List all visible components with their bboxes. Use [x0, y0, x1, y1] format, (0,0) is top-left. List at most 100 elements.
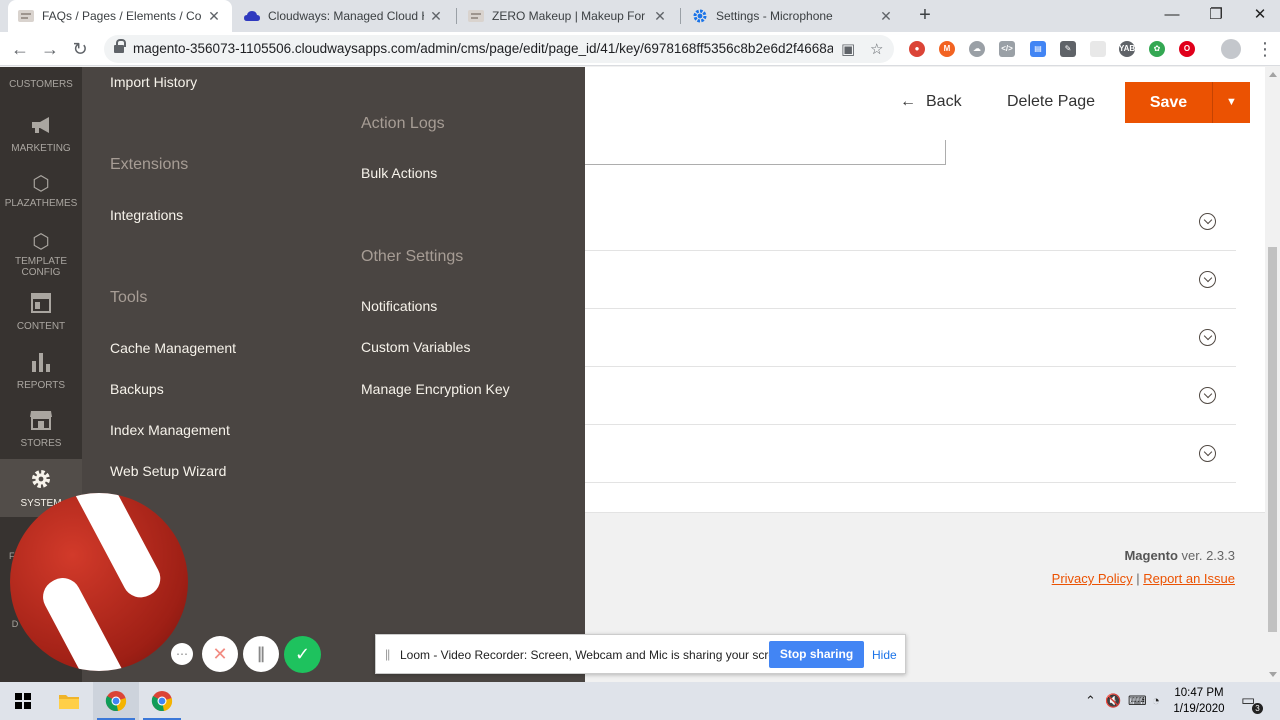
wifi-icon[interactable]: ◔: [1152, 693, 1160, 708]
chrome-taskbar-icon[interactable]: [139, 682, 185, 720]
speaker-muted-icon[interactable]: 🔇: [1105, 693, 1121, 709]
close-tab-icon[interactable]: ✕: [652, 8, 668, 25]
close-tab-icon[interactable]: ✕: [878, 8, 894, 25]
collapsible-section[interactable]: [585, 367, 1236, 425]
menu-link-index-management[interactable]: Index Management: [110, 422, 230, 438]
browser-tab-zero-makeup[interactable]: ZERO Makeup | Makeup For Rea ✕: [458, 0, 678, 32]
webcam-image-stroke: [67, 493, 167, 604]
sidebar-item-stores[interactable]: STORES: [0, 410, 82, 450]
eyedropper-extension-icon[interactable]: ✎: [1060, 41, 1076, 57]
drag-handle-icon[interactable]: ||: [385, 647, 390, 661]
tray-chevron-up-icon[interactable]: ⌃: [1085, 693, 1096, 709]
sidebar-item-content[interactable]: CONTENT: [0, 293, 82, 333]
browser-menu-icon[interactable]: ⋮: [1252, 36, 1278, 62]
privacy-policy-link[interactable]: Privacy Policy: [1052, 571, 1133, 586]
browser-tab-cloudways[interactable]: Cloudways: Managed Cloud Host ✕: [234, 0, 454, 32]
menu-link-import-history[interactable]: Import History: [110, 74, 197, 90]
close-window-icon[interactable]: ✕: [1238, 0, 1280, 30]
minimize-window-icon[interactable]: —: [1150, 0, 1194, 30]
footer-separator: |: [1136, 571, 1140, 586]
sidebar-item-reports[interactable]: REPORTS: [0, 352, 82, 392]
title-input-field[interactable]: [585, 140, 946, 165]
forward-arrow-icon[interactable]: →: [37, 36, 63, 62]
webcam-bubble[interactable]: [10, 493, 188, 671]
cancel-recording-icon[interactable]: ✕: [202, 636, 238, 672]
stop-sharing-button[interactable]: Stop sharing: [769, 641, 864, 668]
extension-blue-icon[interactable]: ▤: [1030, 41, 1046, 57]
sidebar-item-label: CONTENT: [16, 321, 66, 332]
windows-start-icon[interactable]: [0, 682, 46, 720]
menu-heading-action-logs: Action Logs: [361, 115, 445, 132]
clock-time: 10:47 PM: [1174, 687, 1224, 699]
maximize-window-icon[interactable]: ❐: [1194, 0, 1238, 30]
expand-chevron-icon[interactable]: [1199, 271, 1216, 288]
menu-heading-tools: Tools: [110, 289, 148, 306]
expand-chevron-icon[interactable]: [1199, 445, 1216, 462]
expand-chevron-icon[interactable]: [1199, 387, 1216, 404]
opera-extension-icon[interactable]: O: [1179, 41, 1195, 57]
magento-extension-icon[interactable]: M: [939, 41, 955, 57]
back-arrow-icon: ←: [900, 93, 916, 110]
finish-recording-check-icon[interactable]: ✓: [284, 636, 321, 673]
file-explorer-icon[interactable]: [46, 682, 92, 720]
delete-page-button[interactable]: Delete Page: [1007, 93, 1095, 111]
sidebar-item-plazathemes[interactable]: ⬡ PLAZATHEMES: [0, 173, 82, 213]
collapsible-section[interactable]: [585, 251, 1236, 309]
pause-recording-icon[interactable]: ∥: [243, 636, 279, 672]
sidebar-item-template-config[interactable]: ⬡ TEMPLATE CONFIG: [0, 231, 82, 281]
extension-grey-icon[interactable]: [1090, 41, 1106, 57]
close-tab-icon[interactable]: ✕: [428, 8, 444, 25]
expand-chevron-icon[interactable]: [1199, 213, 1216, 230]
yab-extension-icon[interactable]: YAB: [1119, 41, 1135, 57]
page-actions-bar: ← Back Delete Page Save ▼: [585, 67, 1265, 137]
extension-cloud-icon[interactable]: ☁: [969, 41, 985, 57]
menu-link-notifications[interactable]: Notifications: [361, 298, 437, 314]
more-options-icon[interactable]: ⋯: [171, 643, 193, 665]
save-button[interactable]: Save: [1125, 82, 1212, 123]
back-button[interactable]: ← Back: [900, 93, 962, 111]
menu-link-custom-variables[interactable]: Custom Variables: [361, 339, 470, 355]
taskbar-clock[interactable]: 10:47 PM 1/19/2020: [1168, 685, 1230, 717]
browser-tab-settings-microphone[interactable]: Settings - Microphone ✕: [682, 0, 904, 32]
scroll-down-arrow-icon[interactable]: [1269, 672, 1277, 677]
menu-link-integrations[interactable]: Integrations: [110, 207, 183, 223]
gear-icon: [0, 468, 82, 495]
close-tab-icon[interactable]: ✕: [206, 8, 222, 25]
bookmark-star-icon[interactable]: ☆: [870, 40, 883, 58]
back-arrow-icon[interactable]: ←: [7, 36, 33, 62]
sidebar-item-marketing[interactable]: MARKETING: [0, 115, 82, 155]
input-language-icon[interactable]: ⌨: [1128, 693, 1147, 709]
reload-icon[interactable]: ↻: [67, 36, 93, 62]
report-issue-link[interactable]: Report an Issue: [1143, 571, 1235, 586]
extension-code-icon[interactable]: </>: [999, 41, 1015, 57]
version-text: ver. 2.3.3: [1181, 548, 1235, 563]
scroll-up-arrow-icon[interactable]: [1269, 72, 1277, 77]
hexagon-icon: ⬡: [32, 173, 50, 195]
sidebar-item-customers[interactable]: CUSTOMERS: [0, 67, 82, 97]
menu-link-cache-management[interactable]: Cache Management: [110, 340, 236, 356]
magento-favicon-icon: [18, 8, 34, 24]
page-scrollbar[interactable]: [1265, 67, 1280, 682]
menu-link-web-setup-wizard[interactable]: Web Setup Wizard: [110, 463, 226, 479]
extension-green-icon[interactable]: ✿: [1149, 41, 1165, 57]
menu-link-bulk-actions[interactable]: Bulk Actions: [361, 165, 437, 181]
browser-tab-faqs[interactable]: FAQs / Pages / Elements / Conte ✕: [8, 0, 232, 32]
expand-chevron-icon[interactable]: [1199, 329, 1216, 346]
collapsible-section[interactable]: [585, 193, 1236, 251]
blocked-popup-icon[interactable]: ▣: [841, 40, 855, 58]
menu-link-backups[interactable]: Backups: [110, 381, 164, 397]
profile-avatar-icon[interactable]: [1221, 39, 1241, 59]
hide-button[interactable]: Hide: [872, 648, 897, 662]
address-bar[interactable]: magento-356073-1105506.cloudwaysapps.com…: [104, 35, 894, 63]
scrollbar-thumb[interactable]: [1268, 247, 1277, 632]
url-text: magento-356073-1105506.cloudwaysapps.com…: [133, 41, 833, 56]
collapsible-section[interactable]: [585, 309, 1236, 367]
collapsible-section[interactable]: [585, 425, 1236, 483]
new-tab-plus-icon[interactable]: +: [914, 4, 936, 26]
sidebar-item-label: STORES: [20, 438, 62, 449]
menu-heading-extensions: Extensions: [110, 156, 189, 173]
save-options-dropdown[interactable]: ▼: [1212, 82, 1250, 123]
extension-red-icon[interactable]: ●: [909, 41, 925, 57]
chrome-taskbar-icon[interactable]: [93, 682, 139, 720]
menu-link-manage-encryption-key[interactable]: Manage Encryption Key: [361, 381, 510, 397]
